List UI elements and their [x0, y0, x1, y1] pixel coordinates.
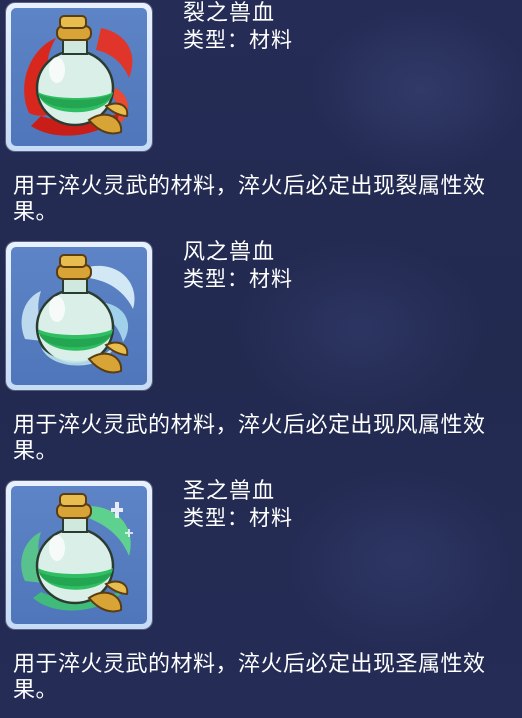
item-icon-slot[interactable]: [6, 481, 152, 629]
item-name: 裂之兽血: [183, 1, 276, 26]
item-card-sheng: 圣之兽血 类型：材料 用于淬火灵武的材料，淬火后必定出现圣属性效果。: [0, 478, 522, 717]
item-description: 用于淬火灵武的材料，淬火后必定出现风属性效果。: [13, 413, 486, 464]
item-name: 圣之兽血: [183, 479, 276, 504]
item-card-feng: 风之兽血 类型：材料 用于淬火灵武的材料，淬火后必定出现风属性效果。: [0, 239, 522, 478]
type-label: 类型：: [183, 267, 249, 291]
item-icon-slot[interactable]: [6, 242, 152, 390]
item-description: 用于淬火灵武的材料，淬火后必定出现裂属性效果。: [13, 174, 486, 225]
wind-blood-potion-icon: [21, 254, 135, 374]
item-icon-slot[interactable]: [6, 3, 152, 151]
type-label: 类型：: [183, 28, 249, 52]
item-type: 类型：材料: [183, 506, 293, 530]
holy-blood-potion-icon: [21, 493, 133, 613]
item-description: 用于淬火灵武的材料，淬火后必定出现圣属性效果。: [13, 652, 486, 703]
item-name: 风之兽血: [183, 240, 276, 265]
item-type: 类型：材料: [183, 28, 293, 52]
type-label: 类型：: [183, 506, 249, 530]
red-blood-potion-icon: [24, 15, 133, 136]
type-value: 材料: [249, 506, 293, 530]
item-type: 类型：材料: [183, 267, 293, 291]
type-value: 材料: [249, 267, 293, 291]
type-value: 材料: [249, 28, 293, 52]
item-card-lie: 裂之兽血 类型：材料 用于淬火灵武的材料，淬火后必定出现裂属性效果。: [0, 0, 522, 239]
